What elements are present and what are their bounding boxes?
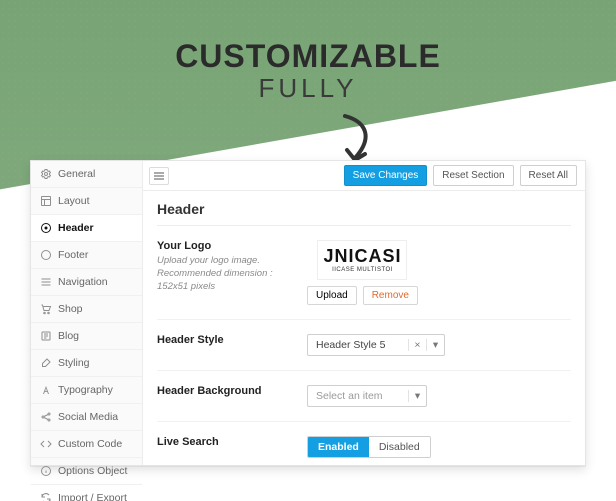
hero-subtitle: FULLY xyxy=(0,73,616,104)
sidebar-item-label: Options Object xyxy=(58,465,127,477)
blog-icon xyxy=(40,330,52,342)
toggle-disabled[interactable]: Disabled xyxy=(369,437,430,457)
main: Save Changes Reset Section Reset All Hea… xyxy=(143,161,585,465)
chevron-down-icon[interactable]: ▾ xyxy=(426,339,444,351)
sidebar-item-label: General xyxy=(58,168,95,180)
field-label: Live Search xyxy=(157,436,219,448)
sidebar-item-label: Header xyxy=(58,222,94,234)
footer-icon xyxy=(40,249,52,261)
code-icon xyxy=(40,438,52,450)
sidebar-item-label: Social Media xyxy=(58,411,118,423)
sidebar: General Layout Header Footer Navigation … xyxy=(31,161,143,465)
field-label: Header Background xyxy=(157,385,262,397)
field-label: Your Logo xyxy=(157,240,211,252)
field-description: Upload your logo image. Recommended dime… xyxy=(157,255,293,293)
save-changes-button[interactable]: Save Changes xyxy=(344,165,428,186)
brush-icon xyxy=(40,357,52,369)
sidebar-item-styling[interactable]: Styling xyxy=(31,350,142,377)
collapse-sidebar-button[interactable] xyxy=(149,167,169,185)
sidebar-item-layout[interactable]: Layout xyxy=(31,188,142,215)
hero: CUSTOMIZABLE FULLY xyxy=(0,38,616,104)
sidebar-item-label: Navigation xyxy=(58,276,108,288)
sidebar-item-typography[interactable]: Typography xyxy=(31,377,142,404)
field-header-background: Header Background Select an item ▾ xyxy=(157,371,571,422)
logo-text-main: JNICASI xyxy=(323,247,401,265)
field-header-style: Header Style Header Style 5 × ▾ xyxy=(157,320,571,371)
sidebar-item-shop[interactable]: Shop xyxy=(31,296,142,323)
header-background-select[interactable]: Select an item ▾ xyxy=(307,385,427,407)
sidebar-item-options-object[interactable]: Options Object xyxy=(31,458,142,485)
sidebar-item-import-export[interactable]: Import / Export xyxy=(31,485,142,501)
sidebar-item-custom-code[interactable]: Custom Code xyxy=(31,431,142,458)
gear-icon xyxy=(40,168,52,180)
info-icon xyxy=(40,465,52,477)
clear-icon[interactable]: × xyxy=(408,339,426,351)
reset-section-button[interactable]: Reset Section xyxy=(433,165,513,186)
chevron-down-icon[interactable]: ▾ xyxy=(408,390,426,402)
sidebar-item-label: Layout xyxy=(58,195,90,207)
remove-logo-button[interactable]: Remove xyxy=(363,286,418,305)
typography-icon xyxy=(40,384,52,396)
reset-all-button[interactable]: Reset All xyxy=(520,165,577,186)
logo-text-sub: IICASE MULTISTOI xyxy=(332,267,393,273)
sidebar-item-label: Custom Code xyxy=(58,438,122,450)
header-style-select[interactable]: Header Style 5 × ▾ xyxy=(307,334,445,356)
sidebar-item-navigation[interactable]: Navigation xyxy=(31,269,142,296)
page-title: Header xyxy=(157,201,571,226)
upload-logo-button[interactable]: Upload xyxy=(307,286,357,305)
hero-title: CUSTOMIZABLE xyxy=(0,38,616,75)
sidebar-item-general[interactable]: General xyxy=(31,161,142,188)
sidebar-item-label: Styling xyxy=(58,357,90,369)
cart-icon xyxy=(40,303,52,315)
logo-preview: JNICASI IICASE MULTISTOI xyxy=(317,240,407,280)
sidebar-item-social-media[interactable]: Social Media xyxy=(31,404,142,431)
select-value: Header Style 5 xyxy=(308,339,408,351)
sidebar-item-label: Shop xyxy=(58,303,83,315)
sidebar-item-label: Footer xyxy=(58,249,88,261)
sidebar-item-label: Blog xyxy=(58,330,79,342)
sidebar-item-header[interactable]: Header xyxy=(31,215,142,242)
toggle-enabled[interactable]: Enabled xyxy=(308,437,369,457)
sidebar-item-label: Typography xyxy=(58,384,113,396)
live-search-toggle[interactable]: Enabled Disabled xyxy=(307,436,431,458)
content: Header Your Logo Upload your logo image.… xyxy=(143,191,585,465)
toolbar: Save Changes Reset Section Reset All xyxy=(143,161,585,191)
select-placeholder: Select an item xyxy=(308,390,408,402)
share-icon xyxy=(40,411,52,423)
field-live-search: Live Search Enabled Disabled xyxy=(157,422,571,465)
field-your-logo: Your Logo Upload your logo image. Recomm… xyxy=(157,226,571,320)
field-label: Header Style xyxy=(157,334,224,346)
sidebar-item-label: Import / Export xyxy=(58,492,127,501)
header-icon xyxy=(40,222,52,234)
refresh-icon xyxy=(40,492,52,501)
options-panel: General Layout Header Footer Navigation … xyxy=(30,160,586,466)
menu-icon xyxy=(40,276,52,288)
sidebar-item-footer[interactable]: Footer xyxy=(31,242,142,269)
layout-icon xyxy=(40,195,52,207)
sidebar-item-blog[interactable]: Blog xyxy=(31,323,142,350)
